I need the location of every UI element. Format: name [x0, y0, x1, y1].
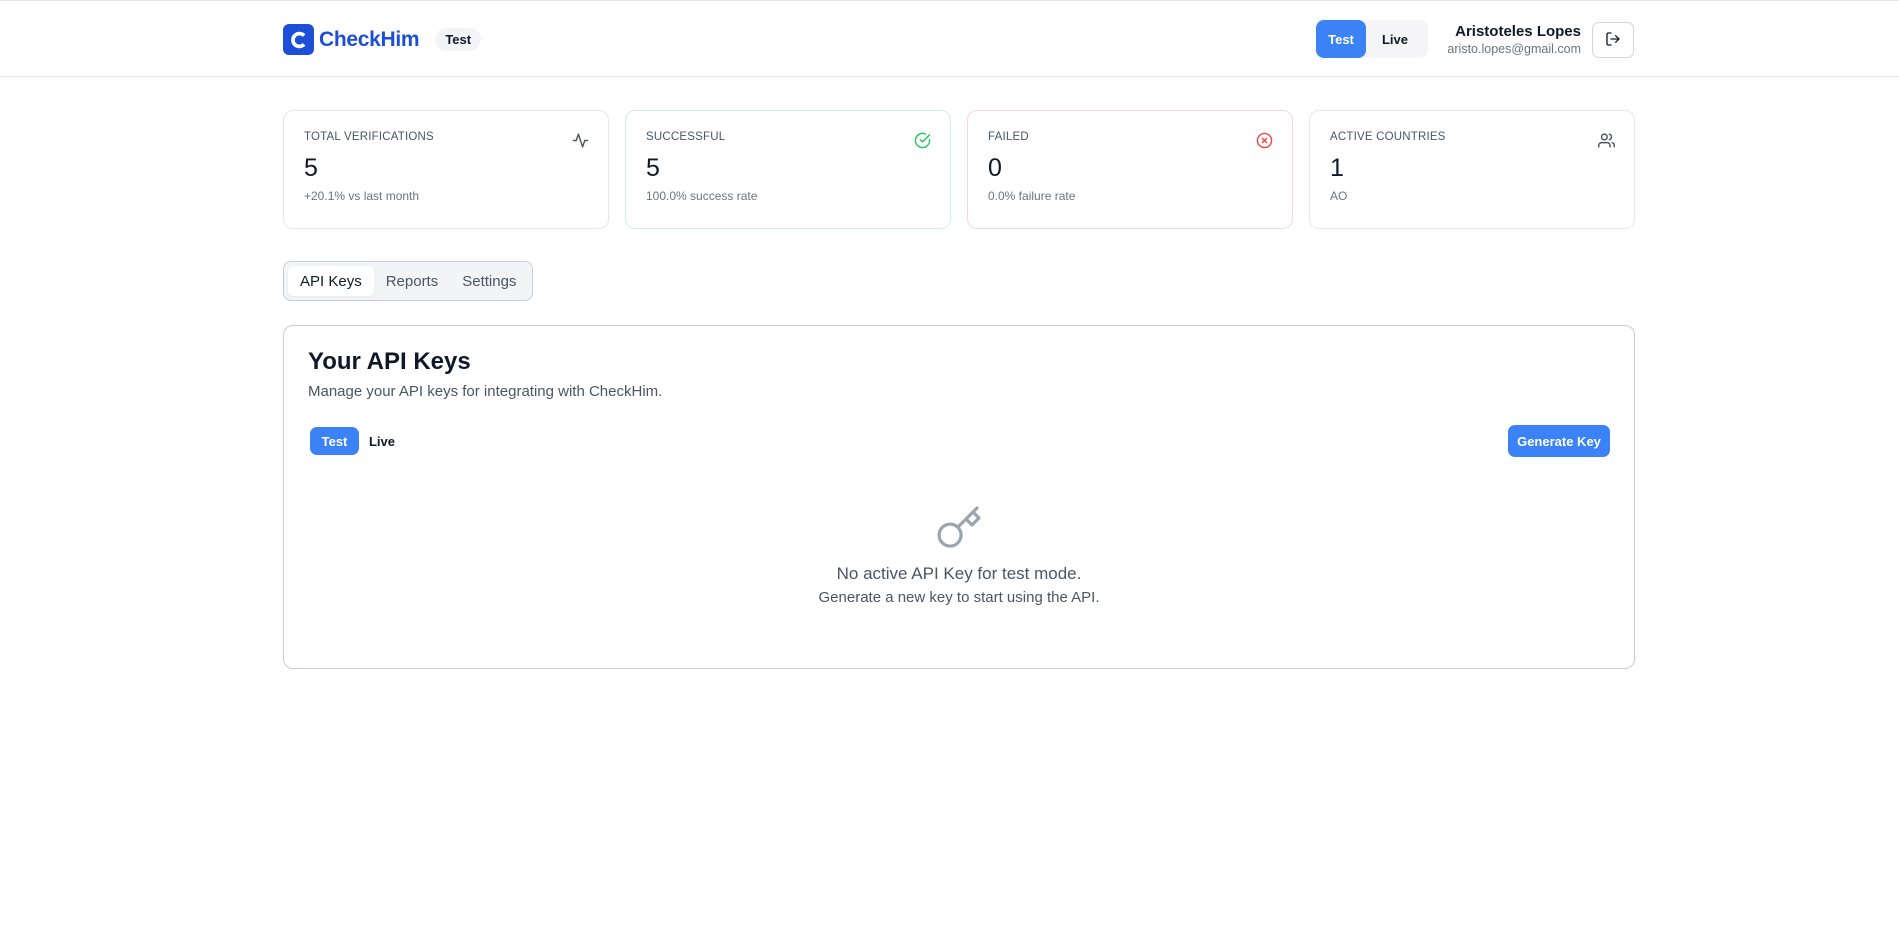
brand[interactable]: CheckHim Test	[283, 24, 482, 55]
empty-title: No active API Key for test mode.	[836, 564, 1082, 583]
stat-sub: +20.1% vs last month	[304, 189, 420, 203]
key-icon	[935, 504, 983, 552]
logout-button[interactable]	[1592, 22, 1634, 58]
stat-value: 5	[646, 154, 660, 182]
stat-card-failed: FAILED 0 0.0% failure rate	[967, 110, 1293, 229]
key-mode-toggle: Test Live	[310, 427, 405, 455]
mode-live-button[interactable]: Live	[1366, 20, 1424, 58]
env-badge: Test	[435, 28, 482, 51]
check-circle-icon	[914, 132, 931, 149]
logout-icon	[1605, 31, 1621, 50]
main-tabs: API Keys Reports Settings	[283, 261, 534, 301]
mode-toggle: Test Live	[1316, 20, 1428, 58]
user-name: Aristoteles Lopes	[1455, 23, 1581, 40]
stat-label: SUCCESSFUL	[646, 131, 726, 143]
stats-row: TOTAL VERIFICATIONS 5 +20.1% vs last mon…	[283, 110, 1635, 229]
stat-card-successful: SUCCESSFUL 5 100.0% success rate	[625, 110, 951, 229]
activity-icon	[572, 132, 589, 149]
tab-settings[interactable]: Settings	[450, 266, 528, 296]
stat-card-total: TOTAL VERIFICATIONS 5 +20.1% vs last mon…	[283, 110, 609, 229]
generate-key-button[interactable]: Generate Key	[1508, 425, 1610, 457]
empty-subtitle: Generate a new key to start using the AP…	[818, 589, 1100, 606]
user-email: aristo.lopes@gmail.com	[1447, 42, 1581, 56]
brand-logo-icon	[283, 24, 314, 55]
app-header: CheckHim Test Test Live Aristoteles Lope…	[0, 1, 1899, 77]
api-keys-panel: Your API Keys Manage your API keys for i…	[283, 325, 1635, 669]
stat-value: 1	[1330, 154, 1344, 182]
key-mode-test-button[interactable]: Test	[310, 427, 359, 455]
mode-test-button[interactable]: Test	[1316, 20, 1366, 58]
stat-sub: 100.0% success rate	[646, 189, 758, 203]
stat-label: TOTAL VERIFICATIONS	[304, 131, 434, 143]
tab-api-keys[interactable]: API Keys	[288, 266, 374, 296]
stat-label: ACTIVE COUNTRIES	[1330, 131, 1446, 143]
stat-sub: AO	[1330, 189, 1348, 203]
empty-state: No active API Key for test mode. Generat…	[284, 504, 1634, 606]
panel-description: Manage your API keys for integrating wit…	[308, 383, 663, 400]
stat-label: FAILED	[988, 131, 1029, 143]
user-info: Aristoteles Lopes aristo.lopes@gmail.com	[1447, 23, 1581, 56]
stat-card-countries: ACTIVE COUNTRIES 1 AO	[1309, 110, 1635, 229]
key-mode-live-button[interactable]: Live	[359, 427, 405, 455]
panel-title: Your API Keys	[308, 348, 471, 375]
tab-reports[interactable]: Reports	[374, 266, 451, 296]
users-icon	[1598, 132, 1615, 149]
brand-name: CheckHim	[319, 27, 420, 51]
stat-sub: 0.0% failure rate	[988, 189, 1076, 203]
stat-value: 5	[304, 154, 318, 182]
x-circle-icon	[1256, 132, 1273, 149]
stat-value: 0	[988, 154, 1002, 182]
